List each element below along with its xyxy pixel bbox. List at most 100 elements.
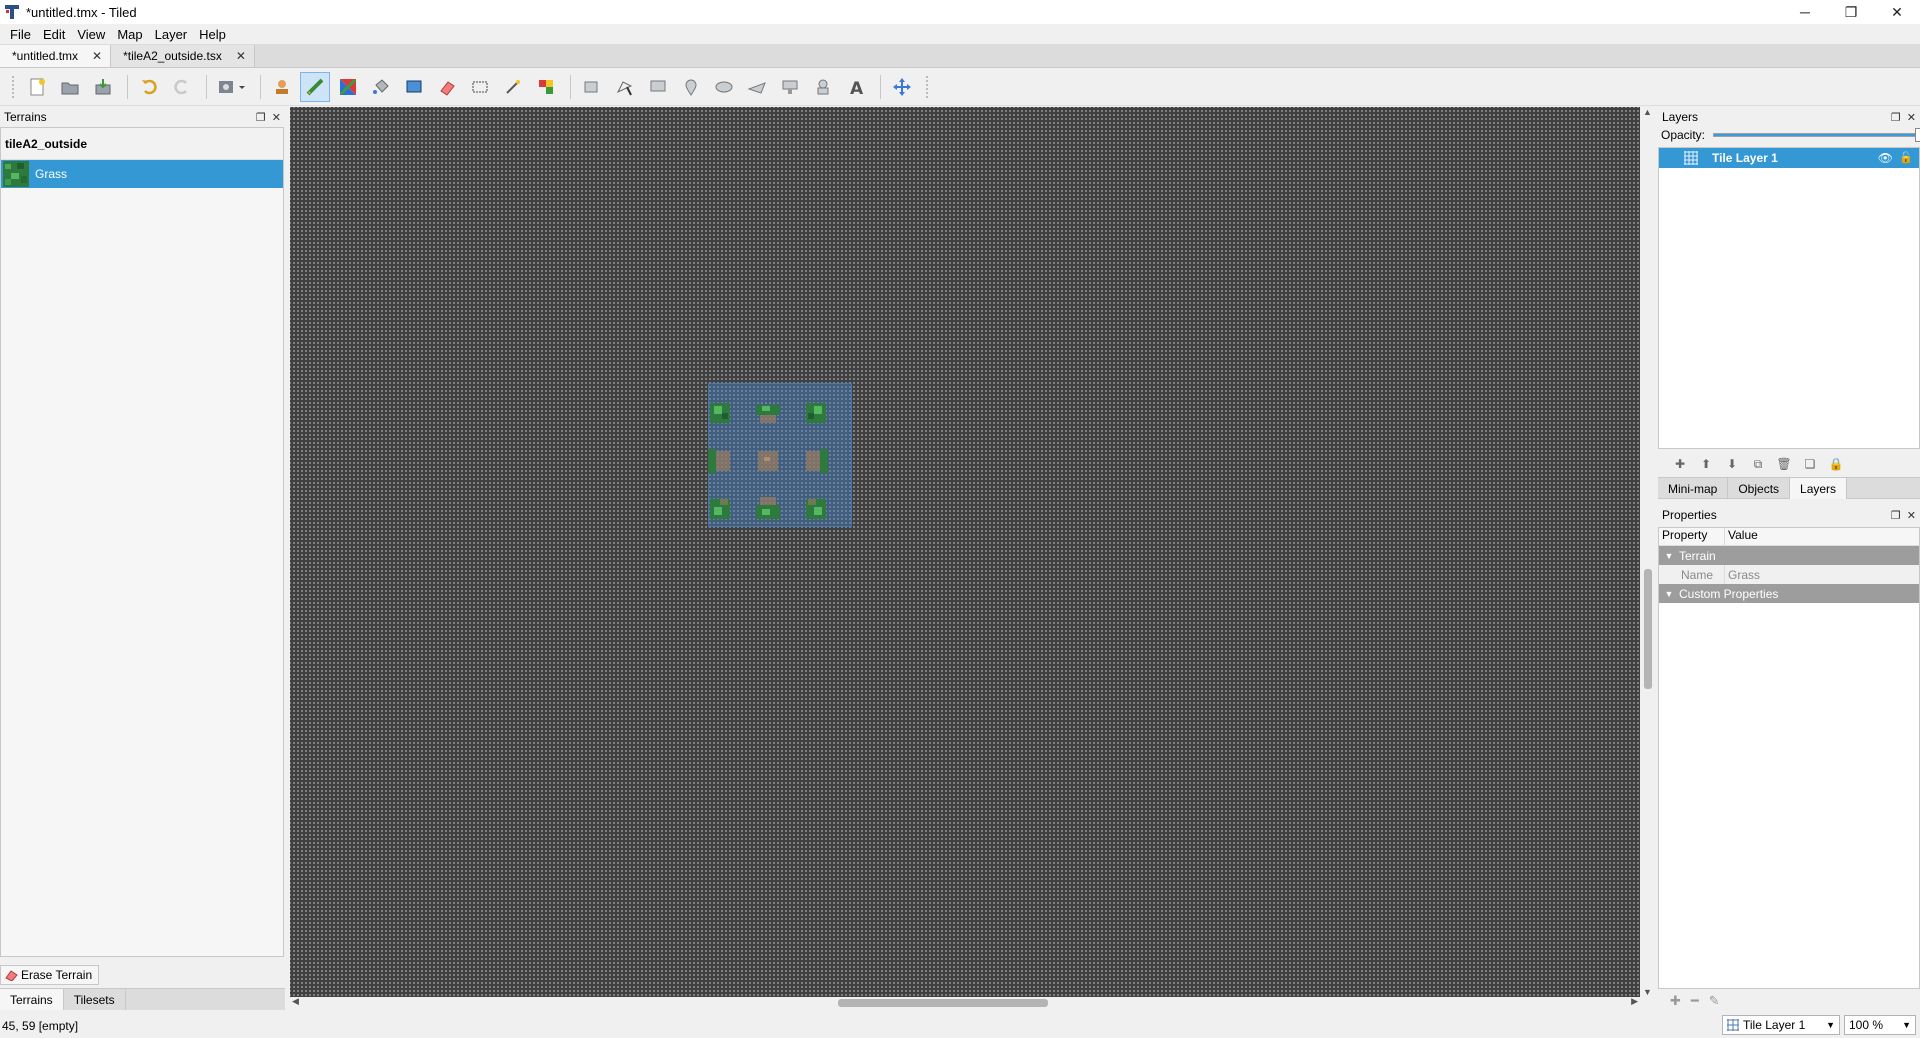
doc-tab-tileset[interactable]: *tileA2_outside.tsx ✕ <box>111 45 255 67</box>
menu-edit[interactable]: Edit <box>37 27 71 42</box>
move-icon[interactable] <box>887 72 917 102</box>
insert-polygon-icon[interactable] <box>742 72 772 102</box>
doc-tab-untitled[interactable]: *untitled.tmx ✕ <box>0 45 112 67</box>
tile-preview-center <box>758 451 778 471</box>
map-vertical-scrollbar[interactable]: ▲ ▼ <box>1642 107 1654 997</box>
collapse-icon[interactable]: ▼ <box>1659 551 1679 561</box>
open-icon[interactable] <box>55 72 85 102</box>
rect-select-icon[interactable] <box>465 72 495 102</box>
float-dock-icon[interactable]: ❐ <box>256 111 266 124</box>
new-layer-icon[interactable]: ✚ <box>1670 454 1690 474</box>
magic-wand-icon[interactable] <box>498 72 528 102</box>
insert-text-icon[interactable]: A <box>841 72 871 102</box>
select-same-tile-icon[interactable] <box>531 72 561 102</box>
menu-map[interactable]: Map <box>111 27 148 42</box>
current-layer-select[interactable]: Tile Layer 1 ▼ <box>1722 1015 1840 1035</box>
properties-dock-title: Properties ❐ ✕ <box>1658 505 1920 525</box>
lock-other-layers-icon[interactable]: 🔒 <box>1826 454 1846 474</box>
undo-icon[interactable] <box>134 72 164 102</box>
scroll-left-icon[interactable]: ◀ <box>292 996 299 1007</box>
close-dock-icon[interactable]: ✕ <box>1907 111 1916 124</box>
custom-properties-group-row[interactable]: ▼ Custom Properties <box>1659 584 1919 603</box>
stamp-brush-icon[interactable] <box>267 72 297 102</box>
insert-rectangle-icon[interactable] <box>643 72 673 102</box>
tile-preview-top <box>756 405 780 423</box>
tile-preview-bottom-left <box>710 499 730 519</box>
scroll-up-icon[interactable]: ▲ <box>1643 107 1652 117</box>
redo-icon[interactable] <box>167 72 197 102</box>
tab-mini-map[interactable]: Mini-map <box>1658 478 1729 499</box>
eraser-icon[interactable] <box>432 72 462 102</box>
show-hide-other-layers-icon[interactable]: ❏ <box>1800 454 1820 474</box>
menu-file[interactable]: File <box>4 27 37 42</box>
property-key: Name <box>1659 565 1725 584</box>
delete-layer-icon[interactable]: 🗑 <box>1774 454 1794 474</box>
horizontal-scroll-thumb[interactable] <box>838 999 1048 1007</box>
tab-objects[interactable]: Objects <box>1728 478 1791 499</box>
insert-ellipse-icon[interactable] <box>709 72 739 102</box>
save-icon[interactable] <box>88 72 118 102</box>
erase-terrain-button[interactable]: Erase Terrain <box>0 965 100 985</box>
map-canvas[interactable] <box>290 107 1640 997</box>
layer-row-tile-layer-1[interactable]: Tile Layer 1 👁 🔓 <box>1659 148 1919 168</box>
bucket-fill-icon[interactable] <box>366 72 396 102</box>
toolbar-separator <box>206 74 207 99</box>
rename-property-icon[interactable]: ✎ <box>1709 993 1720 1009</box>
zoom-select[interactable]: 100 % ▼ <box>1844 1015 1916 1035</box>
menu-view[interactable]: View <box>71 27 111 42</box>
float-dock-icon[interactable]: ❐ <box>1891 509 1901 522</box>
opacity-slider-fill <box>1714 134 1919 136</box>
command-icon[interactable] <box>213 72 251 102</box>
main-toolbar: A <box>0 68 1920 106</box>
scroll-right-icon[interactable]: ▶ <box>1631 996 1638 1007</box>
close-window-button[interactable]: ✕ <box>1874 0 1920 24</box>
wang-brush-icon[interactable] <box>333 72 363 102</box>
opacity-slider[interactable] <box>1713 128 1920 142</box>
tab-terrains[interactable]: Terrains <box>0 989 64 1010</box>
tab-layers[interactable]: Layers <box>1790 478 1848 499</box>
properties-tools: ✚ ━ ✎ <box>1670 993 1720 1009</box>
menu-layer[interactable]: Layer <box>149 27 194 42</box>
close-tab-icon[interactable]: ✕ <box>92 49 102 63</box>
insert-template-icon[interactable] <box>808 72 838 102</box>
scroll-down-icon[interactable]: ▼ <box>1643 987 1652 997</box>
shape-fill-icon[interactable] <box>399 72 429 102</box>
terrain-item-grass[interactable]: Grass <box>1 160 283 188</box>
add-property-icon[interactable]: ✚ <box>1670 993 1681 1009</box>
toolbar-grip[interactable] <box>926 75 930 98</box>
zoom-value: 100 % <box>1849 1018 1884 1032</box>
remove-property-icon[interactable]: ━ <box>1691 993 1699 1009</box>
lock-icon[interactable]: 🔓 <box>1899 151 1913 164</box>
menu-help[interactable]: Help <box>193 27 232 42</box>
minimize-button[interactable]: ─ <box>1782 0 1828 24</box>
float-dock-icon[interactable]: ❐ <box>1891 111 1901 124</box>
insert-point-icon[interactable] <box>676 72 706 102</box>
property-row-name[interactable]: Name Grass <box>1659 565 1919 584</box>
property-value[interactable]: Grass <box>1725 568 1760 582</box>
group-label: Terrain <box>1679 548 1716 563</box>
new-icon[interactable] <box>22 72 52 102</box>
close-dock-icon[interactable]: ✕ <box>1907 509 1916 522</box>
terrain-group-row[interactable]: ▼ Terrain <box>1659 546 1919 565</box>
close-tab-icon[interactable]: ✕ <box>236 49 246 63</box>
maximize-button[interactable]: ❐ <box>1828 0 1874 24</box>
terrain-brush-icon[interactable] <box>300 71 330 102</box>
toolbar-separator <box>127 74 128 99</box>
close-dock-icon[interactable]: ✕ <box>272 111 281 124</box>
opacity-slider-handle[interactable] <box>1915 128 1920 142</box>
edit-polygons-icon[interactable] <box>610 72 640 102</box>
duplicate-layer-icon[interactable]: ⧉ <box>1748 454 1768 474</box>
layer-tools: ✚ ⬆ ⬇ ⧉ 🗑 ❏ 🔒 <box>1658 452 1846 476</box>
select-objects-icon[interactable] <box>577 72 607 102</box>
raise-layer-icon[interactable]: ⬆ <box>1696 454 1716 474</box>
visibility-eye-icon[interactable]: 👁 <box>1878 151 1893 165</box>
layers-dock-title: Layers ❐ ✕ <box>1658 107 1920 127</box>
tab-tilesets[interactable]: Tilesets <box>64 989 126 1010</box>
lower-layer-icon[interactable]: ⬇ <box>1722 454 1742 474</box>
map-horizontal-scrollbar[interactable]: ◀ ▶ <box>290 996 1640 1009</box>
collapse-icon[interactable]: ▼ <box>1659 589 1679 599</box>
toolbar-grip[interactable] <box>12 75 16 98</box>
cursor-coordinates: 45, 59 [empty] <box>2 1018 79 1033</box>
insert-tile-icon[interactable] <box>775 72 805 102</box>
vertical-scroll-thumb[interactable] <box>1644 569 1652 689</box>
